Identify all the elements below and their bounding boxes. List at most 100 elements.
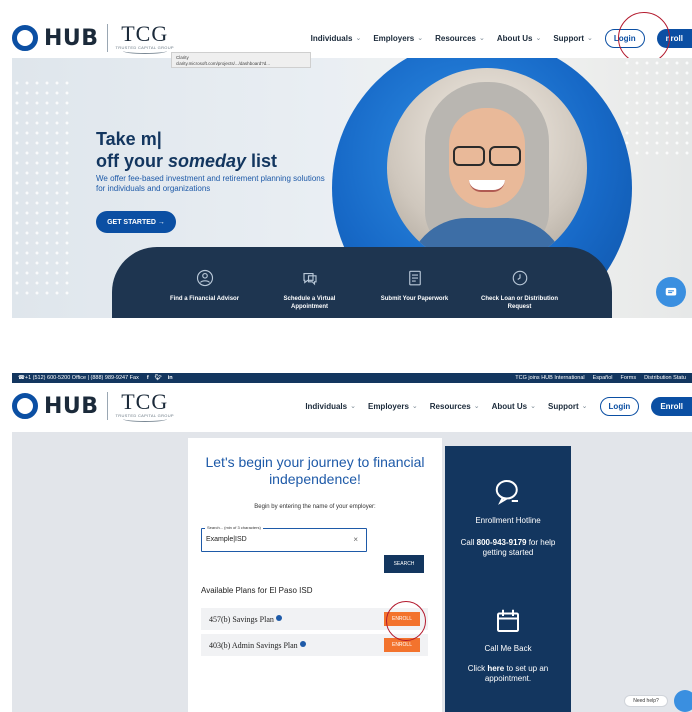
chevron-down-icon: ⌄ [355, 35, 362, 42]
search-value: Example|ISD [206, 536, 247, 543]
chevron-down-icon: ⌄ [417, 35, 424, 42]
nav-label: About Us [491, 401, 528, 411]
linkedin-icon[interactable]: in [168, 375, 173, 381]
hotline-text: Call 800-943-9179 for help getting start… [451, 538, 565, 558]
nav-resources[interactable]: Resources ⌄ [430, 402, 480, 411]
enrollment-lead: Begin by entering the name of your emplo… [254, 504, 376, 510]
tcg-logo-text: TCG [121, 20, 169, 46]
action-schedule-appointment[interactable]: Schedule a Virtual Appointment [265, 269, 355, 318]
nav-resources[interactable]: Resources ⌄ [435, 34, 485, 43]
nav-employers[interactable]: Employers ⌄ [373, 34, 423, 43]
tcg-logo: TCG TRUSTED CAPITAL GROUP [116, 20, 174, 54]
calendar-icon [497, 609, 519, 632]
callback-link[interactable]: here [487, 664, 504, 673]
site-header-top: HUB TCG TRUSTED CAPITAL GROUP Individual… [12, 18, 692, 58]
enrollment-card: Let's begin your journey to financial in… [188, 438, 442, 712]
screenshot-root: HUB TCG TRUSTED CAPITAL GROUP Individual… [0, 0, 692, 712]
nav-label: About Us [496, 33, 533, 43]
main-nav: Individuals ⌄ Employers ⌄ Resources ⌄ About… [305, 396, 692, 416]
search-legend: Search... (min of 3 characters) [205, 525, 263, 530]
chat-bubble-icon [495, 480, 518, 505]
chevron-down-icon: ⌄ [473, 403, 480, 410]
nav-about-us[interactable]: About Us ⌄ [492, 402, 536, 411]
nav-employers[interactable]: Employers ⌄ [368, 402, 418, 411]
available-plans-heading: Available Plans for El Paso ISD [201, 586, 313, 595]
distribution-status-link[interactable]: Distribution Statu [644, 375, 686, 381]
callback-title: Call Me Back [484, 644, 532, 653]
action-check-loan[interactable]: Check Loan or Distribution Request [475, 269, 565, 318]
nav-label: Individuals [305, 401, 348, 411]
clock-icon [512, 270, 527, 286]
chevron-down-icon: ⌄ [530, 403, 536, 410]
portrait-glasses [453, 146, 521, 166]
nav-support[interactable]: Support ⌄ [548, 402, 588, 411]
plan-name: 457(b) Savings Plan [209, 614, 282, 624]
clear-icon[interactable]: × [353, 535, 358, 544]
contact-phone[interactable]: ☎+1 (512) 600-5200 Office | (888) 989-92… [18, 375, 139, 381]
action-submit-paperwork[interactable]: Submit Your Paperwork [370, 269, 460, 318]
annotation-circle-login [618, 12, 670, 64]
info-icon[interactable] [275, 614, 282, 621]
chevron-down-icon: ⌄ [479, 35, 485, 42]
search-button[interactable]: SEARCH [384, 555, 424, 573]
site-header-bottom: HUB TCG TRUSTED CAPITAL GROUP Individual… [12, 386, 692, 426]
plan-name: 403(b) Admin Savings Plan [209, 640, 306, 650]
twitter-icon[interactable]: 🐦︎ [155, 375, 162, 381]
advisor-icon [196, 269, 213, 287]
hub-tcg-logo[interactable]: HUB TCG TRUSTED CAPITAL GROUP [12, 20, 174, 54]
nav-individuals[interactable]: Individuals ⌄ [311, 34, 362, 43]
hero-title-line1: Take m| [96, 129, 162, 149]
hub-logo-text: HUB [44, 393, 99, 419]
tcg-logo-arc [122, 416, 167, 422]
nav-label: Employers [373, 33, 415, 43]
employer-search-input[interactable]: Search... (min of 3 characters) Example|… [201, 525, 367, 552]
plan-name-text: 403(b) Admin Savings Plan [209, 640, 298, 650]
utility-links: TCG joins HUB International Español Form… [515, 375, 686, 381]
hero-title-pre: off your [96, 151, 168, 171]
action-label: Check Loan or Distribution Request [480, 296, 558, 310]
tcg-logo-text: TCG [121, 388, 169, 414]
quick-actions-bar: Find a Financial Advisor Schedule a Virt… [112, 247, 612, 318]
login-button[interactable]: Login [599, 396, 640, 416]
facebook-icon[interactable]: f [147, 375, 149, 381]
action-label: Submit Your Paperwork [380, 296, 449, 302]
enrollment-title: Let's begin your journey to financial in… [205, 454, 425, 487]
help-side-panel: Enrollment Hotline Call 800-943-9179 for… [445, 446, 571, 712]
need-help-bubble[interactable]: Need help? [624, 695, 668, 707]
nav-label: Support [553, 33, 584, 43]
espanol-link[interactable]: Español [593, 375, 613, 381]
action-label: Find a Financial Advisor [169, 296, 240, 302]
chevron-down-icon: ⌄ [350, 403, 356, 410]
callback-pre: Click [467, 664, 488, 673]
annotation-circle-enroll [386, 601, 426, 641]
logo-divider [106, 392, 108, 420]
nav-about-us[interactable]: About Us ⌄ [497, 34, 541, 43]
utility-bar: ☎+1 (512) 600-5200 Office | (888) 989-92… [12, 373, 692, 383]
hotline-title: Enrollment Hotline [475, 516, 541, 525]
hero-title: Take m| off your someday list [96, 128, 277, 172]
clarity-tooltip: Clarity clarity.microsoft.com/projects/.… [171, 52, 311, 68]
nav-label: Resources [429, 401, 471, 411]
action-find-advisor[interactable]: Find a Financial Advisor [160, 269, 250, 318]
hub-announcement-link[interactable]: TCG joins HUB International [515, 375, 584, 381]
hero-banner: Take m| off your someday list We offer f… [12, 58, 692, 318]
hero-subtitle: We offer fee-based investment and retire… [96, 174, 325, 193]
enroll-button[interactable]: Enroll [651, 396, 692, 416]
hotline-number[interactable]: 800-943-9179 [477, 538, 527, 547]
get-started-button[interactable]: GET STARTED → [96, 211, 176, 233]
hub-tcg-logo[interactable]: HUB TCG TRUSTED CAPITAL GROUP [12, 388, 174, 422]
nav-label: Employers [367, 401, 409, 411]
nav-individuals[interactable]: Individuals ⌄ [305, 402, 356, 411]
info-icon[interactable] [299, 640, 306, 647]
nav-label: Resources [435, 33, 477, 43]
forms-link[interactable]: Forms [621, 375, 637, 381]
chat-button-bottom[interactable] [674, 690, 692, 712]
chat-button-top[interactable] [656, 277, 686, 307]
document-icon [408, 270, 421, 286]
tcg-logo-arc [122, 48, 167, 54]
nav-support[interactable]: Support ⌄ [553, 34, 593, 43]
chevron-down-icon: ⌄ [411, 403, 418, 410]
callback-text: Click here to set up an appointment. [451, 664, 565, 684]
hub-logo-ring [12, 393, 38, 419]
nav-label: Support [548, 401, 579, 411]
